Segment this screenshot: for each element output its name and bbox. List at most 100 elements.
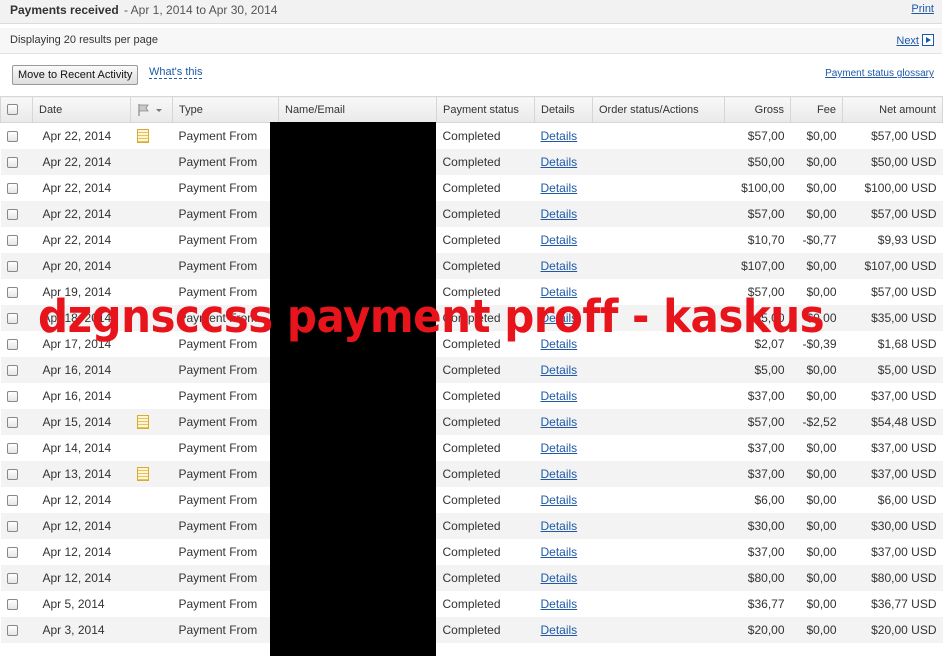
details-link[interactable]: Details — [541, 441, 578, 455]
row-gross: $37,00 — [724, 434, 791, 461]
row-select-cell[interactable] — [0, 330, 33, 357]
row-checkbox[interactable] — [6, 442, 18, 454]
row-details-cell: Details — [534, 460, 593, 487]
col-date[interactable]: Date — [32, 96, 131, 123]
row-fee: $0,00 — [790, 486, 843, 513]
col-name-email[interactable]: Name/Email — [278, 96, 437, 123]
select-all-checkbox[interactable] — [7, 104, 18, 116]
note-icon[interactable] — [136, 414, 149, 429]
row-select-cell[interactable] — [0, 460, 33, 487]
row-order-status — [592, 590, 725, 617]
row-checkbox[interactable] — [6, 572, 18, 584]
details-link[interactable]: Details — [541, 233, 578, 247]
row-checkbox[interactable] — [6, 131, 18, 143]
row-checkbox[interactable] — [6, 208, 18, 220]
details-link[interactable]: Details — [541, 623, 578, 637]
col-payment-status[interactable]: Payment status — [436, 96, 535, 123]
col-flag[interactable] — [130, 96, 173, 123]
select-all-cell[interactable] — [0, 96, 33, 123]
table-row: Apr 12, 2014 Payment From Completed Details… — [0, 538, 943, 565]
row-select-cell[interactable] — [0, 564, 33, 591]
row-checkbox[interactable] — [6, 156, 18, 168]
row-select-cell[interactable] — [0, 434, 33, 461]
row-status: Completed — [436, 200, 535, 227]
row-select-cell[interactable] — [0, 382, 33, 409]
details-link[interactable]: Details — [541, 467, 578, 481]
row-details-cell: Details — [534, 590, 593, 617]
whats-this-link[interactable]: What's this — [149, 66, 203, 79]
details-link[interactable]: Details — [541, 389, 578, 403]
details-link[interactable]: Details — [541, 519, 578, 533]
row-fee: -$0,77 — [790, 226, 843, 253]
row-checkbox[interactable] — [6, 624, 18, 636]
row-select-cell[interactable] — [0, 590, 33, 617]
row-checkbox[interactable] — [6, 598, 18, 610]
row-checkbox[interactable] — [6, 468, 18, 480]
row-select-cell[interactable] — [0, 408, 33, 435]
details-link[interactable]: Details — [541, 545, 578, 559]
col-gross[interactable]: Gross — [724, 96, 791, 123]
details-link[interactable]: Details — [541, 155, 578, 169]
payment-status-glossary-link[interactable]: Payment status glossary — [825, 68, 934, 79]
row-select-cell[interactable] — [0, 226, 33, 253]
details-link[interactable]: Details — [541, 259, 578, 273]
row-select-cell[interactable] — [0, 174, 33, 201]
row-date: Apr 15, 2014 — [32, 408, 131, 435]
flag-icon[interactable] — [137, 103, 165, 117]
row-net-amount: $37,00 USD — [842, 434, 943, 461]
row-select-cell[interactable] — [0, 148, 33, 175]
row-checkbox[interactable] — [6, 494, 18, 506]
details-link[interactable]: Details — [541, 493, 578, 507]
row-select-cell[interactable] — [0, 486, 33, 513]
details-link[interactable]: Details — [541, 181, 578, 195]
row-status: Completed — [436, 408, 535, 435]
col-type[interactable]: Type — [172, 96, 279, 123]
row-note-cell — [130, 226, 173, 253]
row-select-cell[interactable] — [0, 512, 33, 539]
row-status: Completed — [436, 590, 535, 617]
row-select-cell[interactable] — [0, 304, 33, 331]
row-details-cell: Details — [534, 382, 593, 409]
row-select-cell[interactable] — [0, 278, 33, 305]
details-link[interactable]: Details — [541, 363, 578, 377]
row-select-cell[interactable] — [0, 616, 33, 643]
move-to-recent-activity-button[interactable]: Move to Recent Activity — [12, 65, 139, 85]
note-icon[interactable] — [136, 466, 149, 481]
row-type: Payment From — [172, 226, 279, 253]
row-select-cell[interactable] — [0, 122, 33, 149]
col-net-amount[interactable]: Net amount — [842, 96, 943, 123]
details-link[interactable]: Details — [541, 129, 578, 143]
row-checkbox[interactable] — [6, 182, 18, 194]
row-select-cell[interactable] — [0, 538, 33, 565]
row-details-cell: Details — [534, 616, 593, 643]
row-checkbox[interactable] — [6, 390, 18, 402]
row-checkbox[interactable] — [6, 520, 18, 532]
row-select-cell[interactable] — [0, 252, 33, 279]
row-details-cell: Details — [534, 512, 593, 539]
row-net-amount: $1,68 USD — [842, 330, 943, 357]
row-checkbox[interactable] — [6, 338, 18, 350]
details-link[interactable]: Details — [541, 571, 578, 585]
row-fee: $0,00 — [790, 252, 843, 279]
row-checkbox[interactable] — [6, 286, 18, 298]
row-checkbox[interactable] — [6, 260, 18, 272]
row-select-cell[interactable] — [0, 200, 33, 227]
details-link[interactable]: Details — [541, 207, 578, 221]
next-label[interactable]: Next — [896, 35, 919, 47]
row-checkbox[interactable] — [6, 416, 18, 428]
row-checkbox[interactable] — [6, 234, 18, 246]
table-row: Apr 22, 2014 Payment From Completed Details… — [0, 226, 943, 253]
row-gross: $37,00 — [724, 382, 791, 409]
row-checkbox[interactable] — [6, 546, 18, 558]
row-checkbox[interactable] — [6, 364, 18, 376]
note-icon[interactable] — [136, 129, 149, 144]
next-page-link[interactable]: Next — [896, 34, 934, 47]
print-link[interactable]: Print — [911, 3, 934, 15]
row-checkbox[interactable] — [6, 312, 18, 324]
details-link[interactable]: Details — [541, 415, 578, 429]
next-arrow-icon[interactable] — [922, 34, 934, 46]
row-order-status — [592, 122, 725, 149]
row-select-cell[interactable] — [0, 356, 33, 383]
details-link[interactable]: Details — [541, 597, 578, 611]
col-fee[interactable]: Fee — [790, 96, 843, 123]
